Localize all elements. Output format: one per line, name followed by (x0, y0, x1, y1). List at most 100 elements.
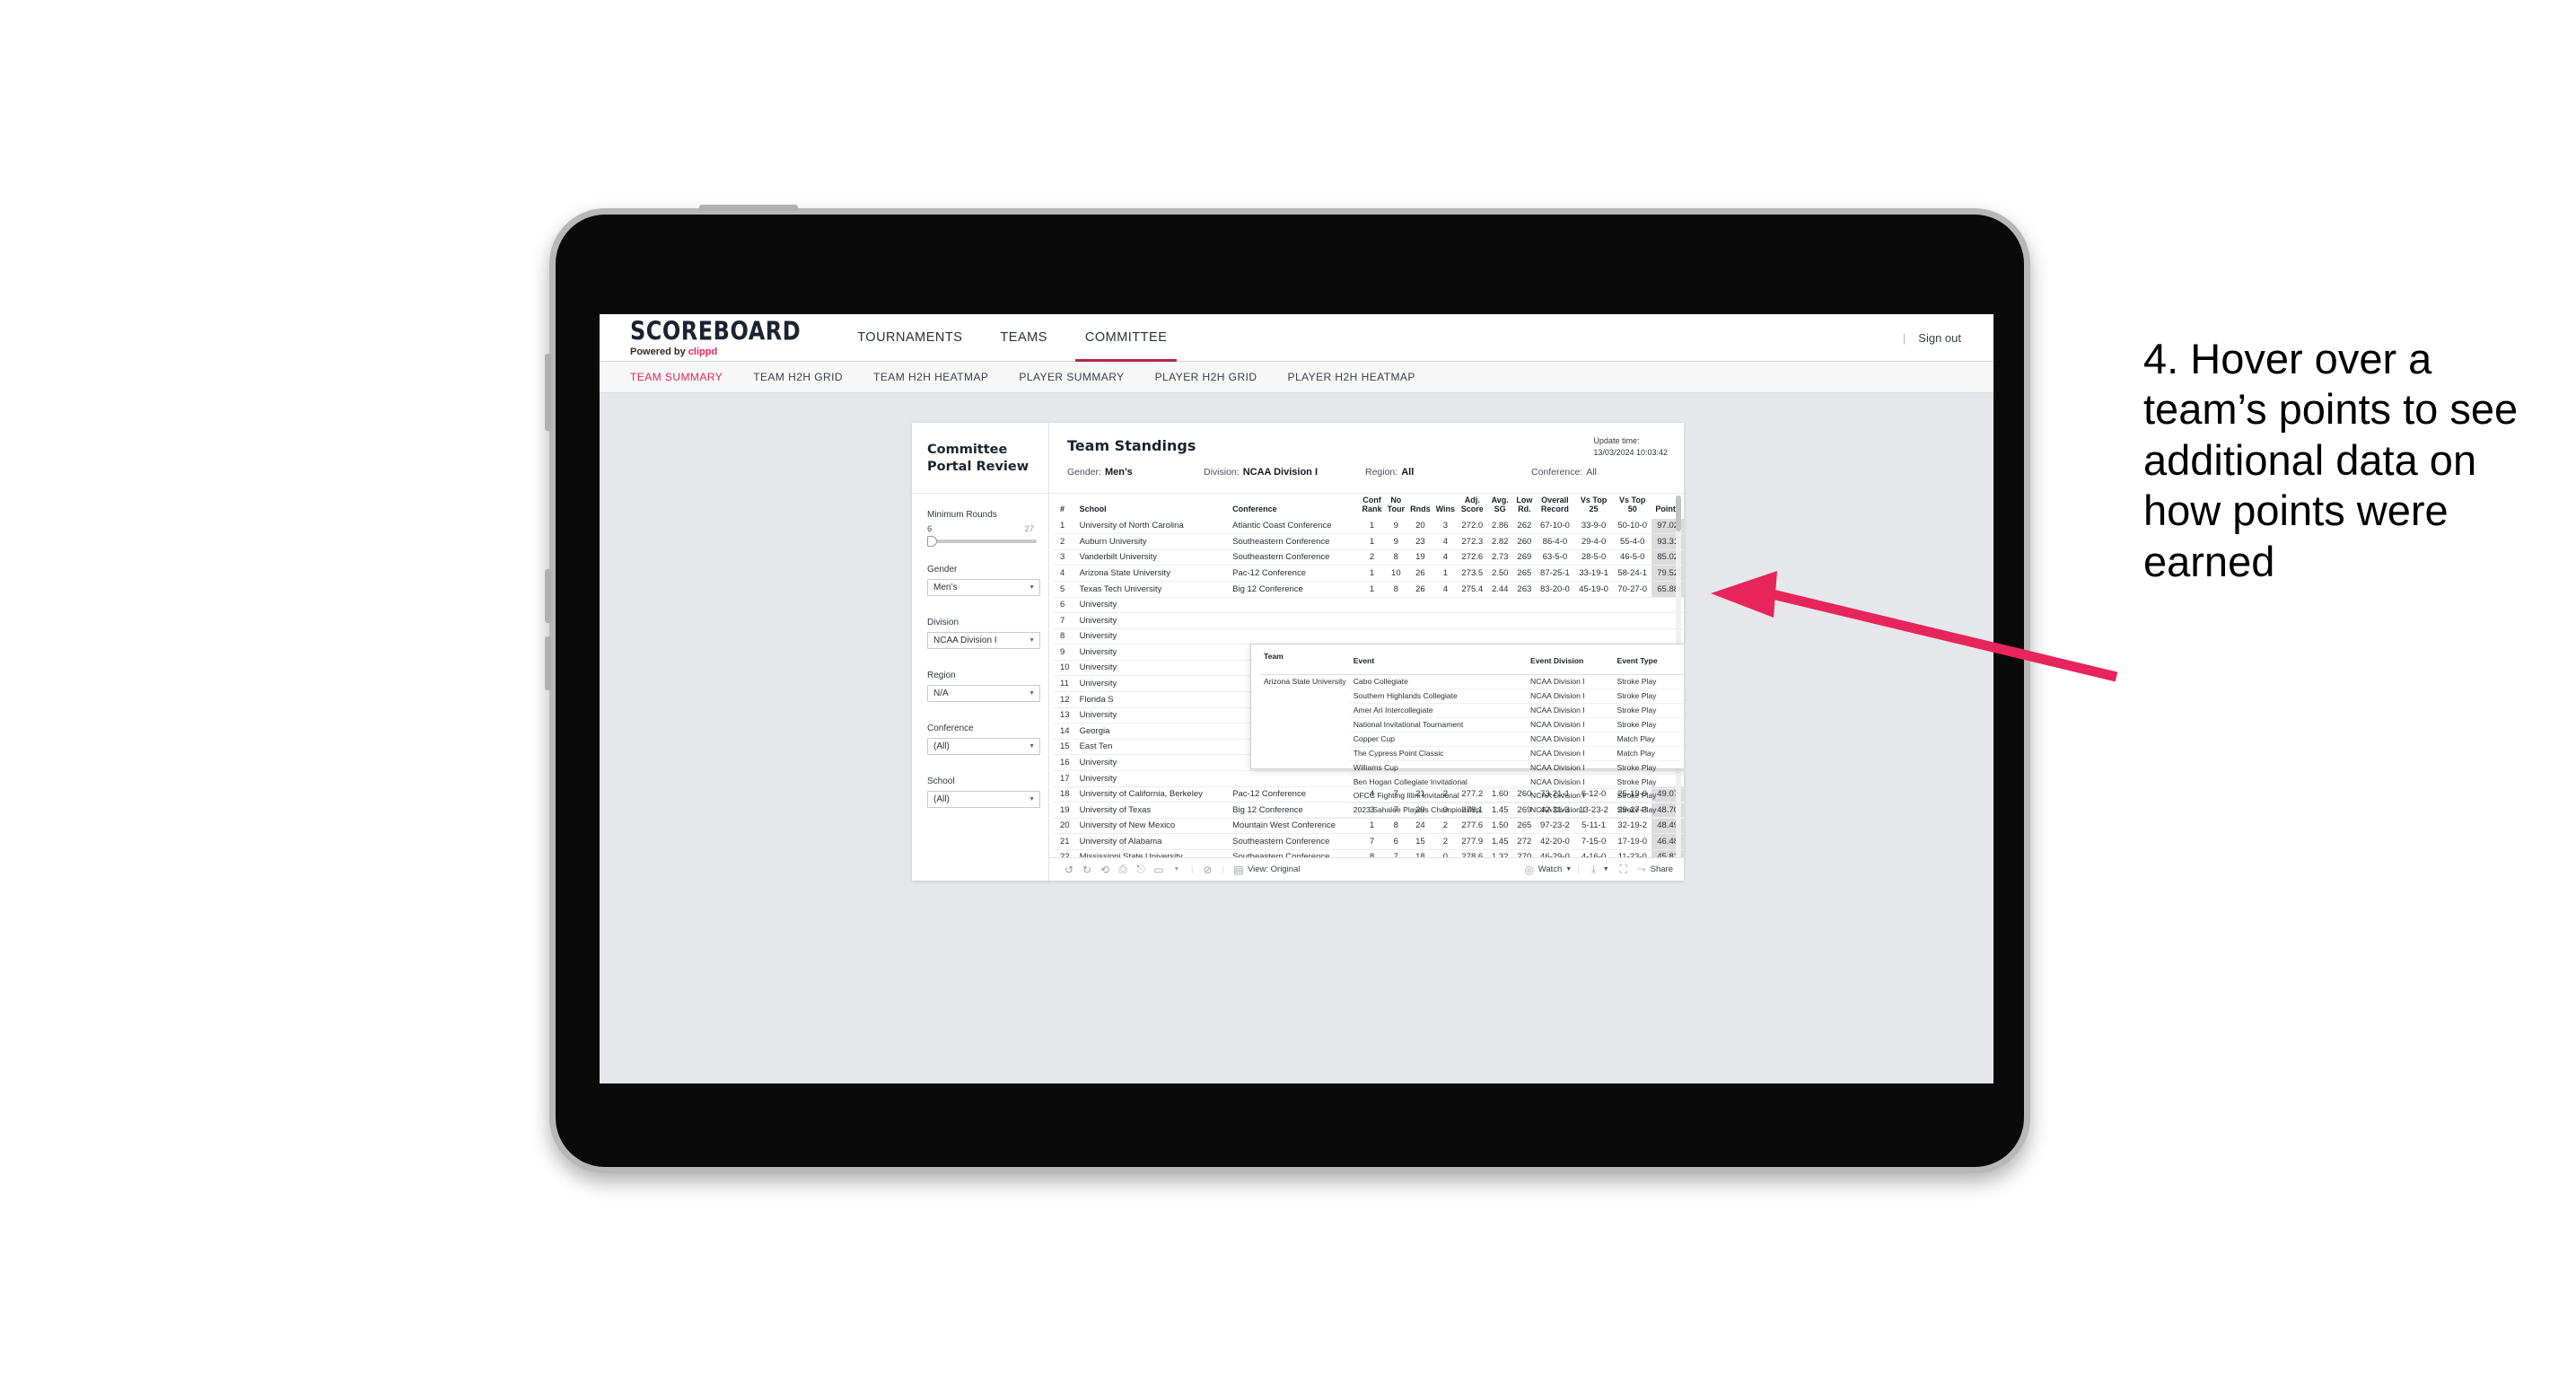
watch-label[interactable]: Watch (1538, 864, 1563, 874)
cell-rank: 5 (1053, 581, 1073, 598)
redo-icon[interactable]: ↻ (1078, 861, 1096, 879)
col-rnds[interactable]: Rnds (1407, 494, 1433, 519)
pause-auto-update-icon[interactable]: ⎋ (1132, 861, 1150, 879)
volume-up-button[interactable] (545, 354, 551, 431)
cell-vs25: 4-16-0 (1573, 849, 1614, 857)
tab-team-h2h-heatmap[interactable]: TEAM H2H HEATMAP (873, 371, 988, 383)
refresh-data-icon[interactable]: ⎙ (1114, 861, 1132, 879)
cell-rank: 9 (1053, 644, 1073, 661)
undo-icon[interactable]: ↺ (1060, 861, 1078, 879)
col-conf-rank[interactable]: Conf Rank (1359, 494, 1384, 519)
cell-rnds: 20 (1407, 518, 1433, 535)
view-original-icon[interactable]: ▤ (1230, 861, 1248, 879)
nav-item-committee[interactable]: COMMITTEE (1066, 314, 1187, 362)
tooltip-rounds: 1 (1678, 746, 1684, 761)
nav-item-tournaments[interactable]: TOURNAMENTS (838, 314, 981, 362)
cell-no_tour: 8 (1384, 581, 1408, 598)
cell-avg_sg: 2.73 (1486, 549, 1513, 566)
division-select[interactable]: NCAA Division I ▼ (927, 632, 1040, 649)
table-row[interactable]: 8 University (1053, 628, 1684, 645)
cell-school: University (1072, 754, 1226, 771)
col-avg-sg[interactable]: Avg. SG (1487, 494, 1513, 519)
col-no-tour[interactable]: No Tour (1385, 494, 1408, 519)
tab-player-h2h-grid[interactable]: PLAYER H2H GRID (1155, 371, 1257, 383)
table-row[interactable]: 20 University of New Mexico Mountain West … (1053, 818, 1684, 835)
cell-conf_rank: 1 (1359, 581, 1385, 598)
region-select[interactable]: N/A ▼ (927, 685, 1040, 702)
cell-conf_rank: 1 (1359, 818, 1385, 835)
table-row[interactable]: 1 University of North Carolina Atlantic Co… (1053, 518, 1684, 535)
cell-conf_rank: 1 (1359, 518, 1385, 535)
download-chevron-icon[interactable]: ▼ (1603, 866, 1609, 873)
table-row[interactable]: 21 University of Alabama Southeastern Conf… (1053, 833, 1684, 850)
col-vs-top-50[interactable]: Vs Top 50 (1613, 494, 1652, 519)
cell-no_tour (1384, 612, 1408, 629)
minimum-rounds-slider[interactable] (927, 536, 1037, 547)
cell-vs25: 5-11-1 (1573, 818, 1614, 835)
gender-select[interactable]: Men’s ▼ (927, 579, 1040, 596)
side-button[interactable] (545, 636, 551, 690)
table-row[interactable]: 3 Vanderbilt University Southeastern Confe… (1053, 549, 1684, 566)
watch-icon[interactable]: ◎ (1520, 861, 1538, 879)
table-scrollbar-thumb[interactable] (1676, 496, 1681, 531)
nav-item-teams[interactable]: TEAMS (981, 314, 1065, 362)
tooltip-rounds: 2 (1678, 788, 1684, 804)
cell-rank: 3 (1053, 549, 1073, 566)
fullscreen-icon[interactable]: ⛶ (1615, 861, 1633, 879)
conference-select[interactable]: (All) ▼ (927, 738, 1040, 755)
minimum-rounds-label: Minimum Rounds (927, 510, 997, 520)
slider-thumb[interactable] (927, 536, 937, 547)
tooltip-division: NCAA Division I (1527, 689, 1614, 704)
tab-team-h2h-grid[interactable]: TEAM H2H GRID (753, 371, 843, 383)
signout-link[interactable]: Sign out (1918, 331, 1961, 345)
cell-rank: 21 (1053, 833, 1073, 850)
tab-player-summary[interactable]: PLAYER SUMMARY (1019, 371, 1124, 383)
col-conference[interactable]: Conference (1225, 494, 1359, 519)
cell-school: University of North Carolina (1072, 518, 1226, 535)
custom-view-chevron-icon[interactable]: ▼ (1168, 861, 1186, 879)
cell-school: University (1072, 707, 1226, 724)
cell-vs50: 55-4-0 (1613, 533, 1652, 550)
power-button[interactable] (699, 205, 798, 211)
table-row[interactable]: 6 University (1053, 597, 1684, 614)
col-wins[interactable]: Wins (1433, 494, 1458, 519)
table-row[interactable]: 2 Auburn University Southeastern Conferenc… (1053, 533, 1684, 550)
col-low-rd[interactable]: Low Rd. (1513, 494, 1536, 519)
col-rank[interactable]: # (1053, 494, 1073, 519)
school-label: School (927, 776, 955, 786)
download-icon[interactable]: ⤓ (1585, 861, 1603, 879)
tooltip-event: Copper Cup (1349, 732, 1528, 747)
view-original-label[interactable]: View: Original (1248, 864, 1300, 874)
table-row[interactable]: 5 Texas Tech University Big 12 Conference 1… (1053, 581, 1684, 598)
volume-down-button[interactable] (545, 569, 551, 623)
cell-overall (1535, 628, 1574, 645)
share-label[interactable]: Share (1651, 864, 1673, 874)
table-row[interactable]: 4 Arizona State University Pac-12 Conferen… (1053, 565, 1684, 582)
summary-gender: Gender: Men’s (1067, 467, 1204, 478)
watch-chevron-icon[interactable]: ▼ (1565, 866, 1572, 873)
summary-conference-value: All (1586, 467, 1597, 478)
table-row[interactable]: 7 University (1053, 612, 1684, 629)
clear-filters-icon[interactable]: ⊘ (1198, 861, 1216, 879)
cell-conf_rank (1359, 612, 1385, 629)
col-school[interactable]: School (1073, 494, 1226, 519)
revert-icon[interactable]: ⟲ (1096, 861, 1114, 879)
tab-team-summary[interactable]: TEAM SUMMARY (630, 371, 723, 383)
school-select[interactable]: (All) ▼ (927, 791, 1040, 808)
brand-logo[interactable]: SCOREBOARD Powered by clippd (600, 319, 819, 357)
cell-no_tour: 7 (1384, 849, 1408, 857)
cell-conf_rank: 8 (1359, 849, 1385, 857)
filter-summary: Gender: Men’s Division: NCAA Division I … (1067, 467, 1669, 478)
col-vs-top-25[interactable]: Vs Top 25 (1574, 494, 1613, 519)
col-overall-record[interactable]: Overall Record (1536, 494, 1574, 519)
col-adj-score[interactable]: Adj. Score (1458, 494, 1486, 519)
chevron-down-icon: ▼ (1029, 637, 1035, 644)
cell-rnds: 24 (1407, 818, 1433, 835)
share-icon[interactable]: ⤳ (1633, 861, 1651, 879)
tab-player-h2h-heatmap[interactable]: PLAYER H2H HEATMAP (1287, 371, 1415, 383)
cell-avg_sg: 2.86 (1486, 518, 1513, 535)
custom-view-icon[interactable]: ▭ (1150, 861, 1168, 879)
cell-conf_rank: 1 (1359, 533, 1385, 550)
cell-rank: 7 (1053, 612, 1073, 629)
table-row[interactable]: 22 Mississippi State University Southeaste… (1053, 849, 1684, 857)
